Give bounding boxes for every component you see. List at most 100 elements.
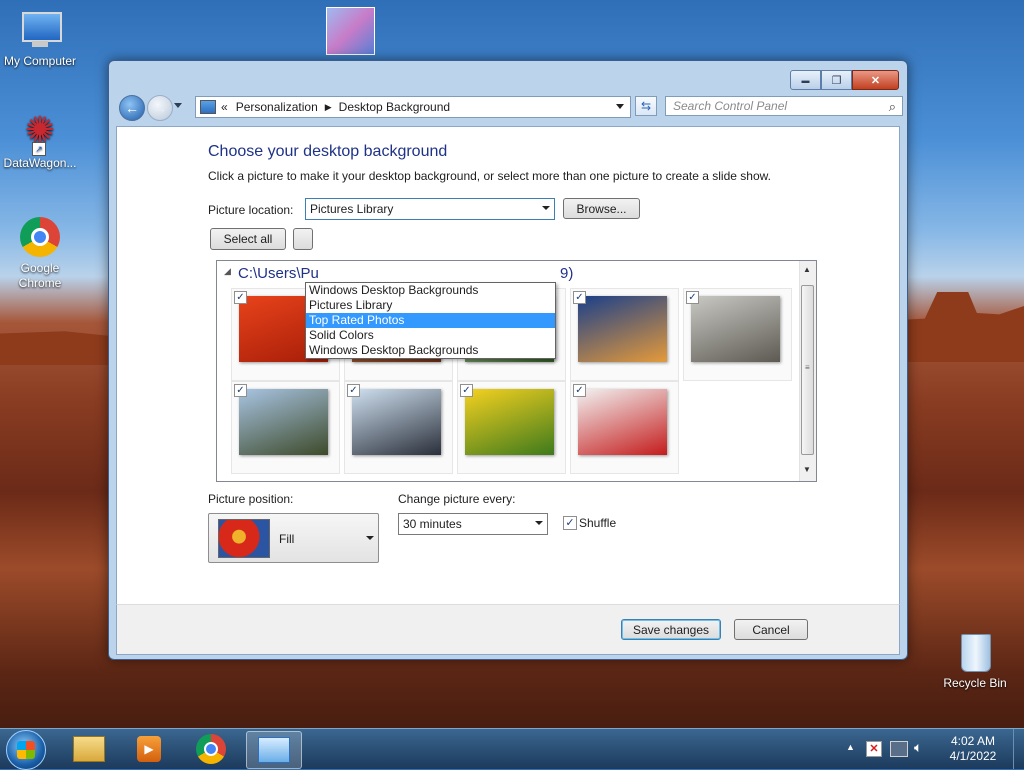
- address-box[interactable]: « Personalization ▶ Desktop Background: [195, 96, 631, 118]
- page-description: Click a picture to make it your desktop …: [208, 169, 771, 183]
- browse-button[interactable]: Browse...: [563, 198, 640, 219]
- thumbnail-checkbox[interactable]: ✓: [234, 291, 247, 304]
- maximize-button[interactable]: ❐: [821, 70, 852, 90]
- chrome-icon: [18, 215, 62, 259]
- mesa-left: [0, 331, 108, 365]
- recent-pages-chevron-icon[interactable]: [174, 103, 182, 108]
- picture-location-label: Picture location:: [208, 203, 294, 217]
- thumbnail-item[interactable]: ✓: [344, 381, 453, 474]
- taskbar-chrome[interactable]: [184, 731, 238, 767]
- recycle-bin-icon: [953, 630, 997, 674]
- thumbnail-item[interactable]: ✓: [570, 381, 679, 474]
- thumbnail-checkbox[interactable]: ✓: [347, 384, 360, 397]
- gallery-scrollbar[interactable]: ▲ ≡ ▼: [799, 261, 816, 481]
- breadcrumb-desktop-background[interactable]: Desktop Background: [339, 100, 450, 114]
- thumbnail-checkbox[interactable]: ✓: [573, 384, 586, 397]
- select-all-button[interactable]: Select all: [210, 228, 286, 250]
- address-dropdown-icon[interactable]: [616, 104, 624, 109]
- change-interval-select[interactable]: 30 minutes: [398, 513, 548, 535]
- scroll-up-icon[interactable]: ▲: [803, 265, 811, 274]
- desktop-photo-icon[interactable]: [326, 7, 375, 55]
- close-button[interactable]: ✕: [852, 70, 899, 90]
- computer-icon: [18, 8, 62, 52]
- dialog-footer: Save changes Cancel: [116, 604, 900, 655]
- picture-position-label: Picture position:: [208, 492, 294, 506]
- group-header-path[interactable]: C:\Users\Pu: [238, 265, 319, 282]
- clear-all-button[interactable]: [293, 228, 313, 250]
- dropdown-option[interactable]: Windows Desktop Backgrounds: [306, 343, 555, 358]
- forward-arrow-icon: →: [153, 100, 167, 116]
- mesa-right: [900, 292, 1024, 362]
- refresh-icon: ⇆: [640, 99, 652, 113]
- checkmark-icon: ✓: [565, 517, 575, 529]
- thumbnail-image: [465, 389, 554, 455]
- search-icon[interactable]: ⌕: [889, 99, 896, 115]
- action-center-icon[interactable]: ✕: [866, 741, 882, 757]
- group-header-count: 9): [560, 265, 574, 282]
- chevron-down-icon: [542, 206, 550, 210]
- thumbnail-item[interactable]: ✓: [570, 288, 679, 381]
- thumbnail-checkbox[interactable]: ✓: [573, 291, 586, 304]
- collapse-group-icon[interactable]: ◢: [224, 266, 231, 277]
- address-bar-row: ← → « Personalization ▶ Desktop Backgrou…: [117, 95, 903, 123]
- search-input[interactable]: Search Control Panel ⌕: [665, 96, 903, 116]
- breadcrumb-overflow[interactable]: «: [221, 100, 228, 114]
- show-hidden-icons-button[interactable]: ▲: [846, 742, 855, 752]
- breadcrumb-personalization[interactable]: Personalization: [236, 100, 318, 114]
- show-desktop-button[interactable]: [1013, 729, 1024, 769]
- picture-location-dropdown: Windows Desktop Backgrounds Pictures Libr…: [305, 282, 556, 359]
- desktop-icon-label: My Computer: [3, 54, 77, 68]
- scroll-thumb[interactable]: ≡: [801, 285, 814, 455]
- dropdown-option[interactable]: Pictures Library: [306, 298, 555, 313]
- dropdown-option[interactable]: Windows Desktop Backgrounds: [306, 283, 555, 298]
- system-clock[interactable]: 4:02 AM 4/1/2022: [940, 734, 1006, 764]
- desktop-icon-datawagon[interactable]: ✺ ↗ DataWagon...: [0, 110, 80, 171]
- taskbar-explorer[interactable]: [62, 731, 116, 767]
- change-picture-label: Change picture every:: [398, 492, 516, 506]
- refresh-button[interactable]: ⇆: [635, 96, 657, 116]
- control-panel-icon: [258, 737, 290, 763]
- volume-icon[interactable]: 🔈︎: [914, 739, 922, 756]
- start-button[interactable]: [6, 730, 46, 770]
- network-icon[interactable]: [890, 741, 908, 757]
- back-arrow-icon: ←: [125, 100, 139, 116]
- picture-location-select[interactable]: Pictures Library: [305, 198, 555, 220]
- thumbnail-checkbox[interactable]: ✓: [460, 384, 473, 397]
- picture-position-select[interactable]: Fill: [208, 513, 379, 563]
- back-button[interactable]: ←: [119, 95, 145, 121]
- windows-logo-icon: [17, 741, 35, 759]
- breadcrumb-arrow-icon[interactable]: ▶: [325, 102, 332, 113]
- desktop-icon-chrome[interactable]: Google Chrome: [0, 215, 80, 291]
- thumbnail-image: [578, 296, 667, 362]
- media-player-icon: ▶: [137, 736, 161, 762]
- thumbnail-item[interactable]: ✓: [683, 288, 792, 381]
- chrome-icon: [196, 734, 226, 764]
- thumbnail-image: [239, 389, 328, 455]
- thumbnail-checkbox[interactable]: ✓: [686, 291, 699, 304]
- taskbar: ▶ ▲ ✕ 🔈︎ 4:02 AM 4/1/2022: [0, 728, 1024, 770]
- dropdown-option[interactable]: Top Rated Photos: [306, 313, 555, 328]
- shuffle-checkbox[interactable]: ✓: [563, 516, 577, 530]
- scroll-down-icon[interactable]: ▼: [803, 465, 811, 474]
- thumbnail-item[interactable]: ✓: [457, 381, 566, 474]
- desktop-icon-recycle-bin[interactable]: Recycle Bin: [935, 630, 1015, 690]
- chevron-down-icon: [366, 536, 374, 540]
- thumbnail-item[interactable]: ✓: [231, 381, 340, 474]
- thumbnail-image: [352, 389, 441, 455]
- dropdown-option[interactable]: Solid Colors: [306, 328, 555, 343]
- save-changes-button[interactable]: Save changes: [621, 619, 721, 640]
- fill-preview-icon: [218, 519, 270, 558]
- taskbar-control-panel[interactable]: [246, 731, 302, 769]
- cancel-button[interactable]: Cancel: [734, 619, 808, 640]
- minimize-button[interactable]: ▬: [790, 70, 821, 90]
- thumbnail-checkbox[interactable]: ✓: [234, 384, 247, 397]
- page-title: Choose your desktop background: [208, 143, 448, 160]
- window-controls: ▬ ❐ ✕: [790, 70, 899, 90]
- desktop-icon-my-computer[interactable]: My Computer: [0, 8, 80, 68]
- thumbnail-image: [578, 389, 667, 455]
- shuffle-label[interactable]: Shuffle: [579, 516, 616, 530]
- chevron-down-icon: [535, 521, 543, 525]
- forward-button[interactable]: →: [147, 95, 173, 121]
- picture-position-value: Fill: [279, 532, 295, 546]
- taskbar-media-player[interactable]: ▶: [122, 731, 176, 767]
